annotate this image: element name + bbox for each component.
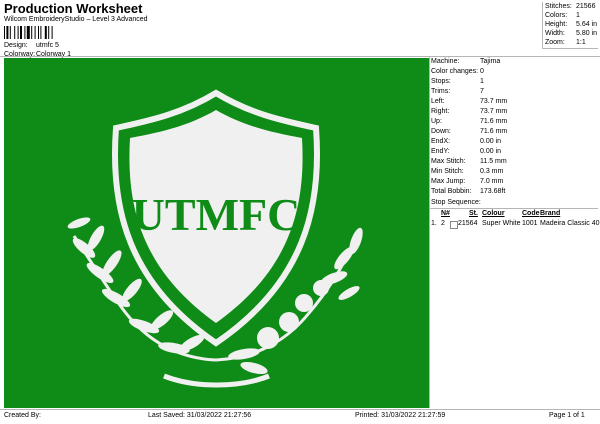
worksheet-title: Production Worksheet [4,1,143,16]
stop-sequence-header: N# St. Colour Code Brand [431,210,598,220]
panel-divider [429,57,430,408]
zoom-value: 1:1 [576,39,586,46]
col-n: N# [441,210,450,217]
col-brand: Brand [540,210,561,217]
col-st: St. [469,210,478,217]
height-label: Height: [545,21,568,28]
width-value: 5.80 in [576,30,598,37]
created-by: Created By: [4,412,41,419]
stitches-value: 21566 [576,3,596,10]
design-value: utmfc 5 [36,42,59,49]
colors-value: 1 [576,12,580,19]
zoom-label: Zoom: [545,39,565,46]
last-saved: Last Saved: 31/03/2022 21:27:56 [148,412,252,419]
design-preview: UTMFC [4,58,429,408]
color-swatch [450,221,458,229]
software-subtitle: Wilcom EmbroideryStudio – Level 3 Advanc… [4,16,148,23]
stop-sequence-rule [429,208,598,209]
embroidery-design: UTMFC [4,58,429,408]
width-label: Width: [545,30,565,37]
barcode [4,26,53,39]
printed: Printed: 31/03/2022 21:27:59 [355,412,446,419]
stop-sequence-row: 1. 2 21564 Super White 1001 Madeira Clas… [431,220,600,229]
col-code: Code [522,210,540,217]
design-label: Design: [4,42,28,49]
height-value: 5.64 in [576,21,598,28]
footer-rule [0,409,600,410]
summary-bottom-rule [542,48,598,49]
summary-divider [542,2,543,48]
header-rule [0,56,600,57]
col-colour: Colour [482,210,505,217]
design-text: UTMFC [132,189,301,240]
page-number: Page 1 of 1 [549,412,585,419]
colors-label: Colors: [545,12,568,19]
stitches-label: Stitches: [545,3,572,10]
